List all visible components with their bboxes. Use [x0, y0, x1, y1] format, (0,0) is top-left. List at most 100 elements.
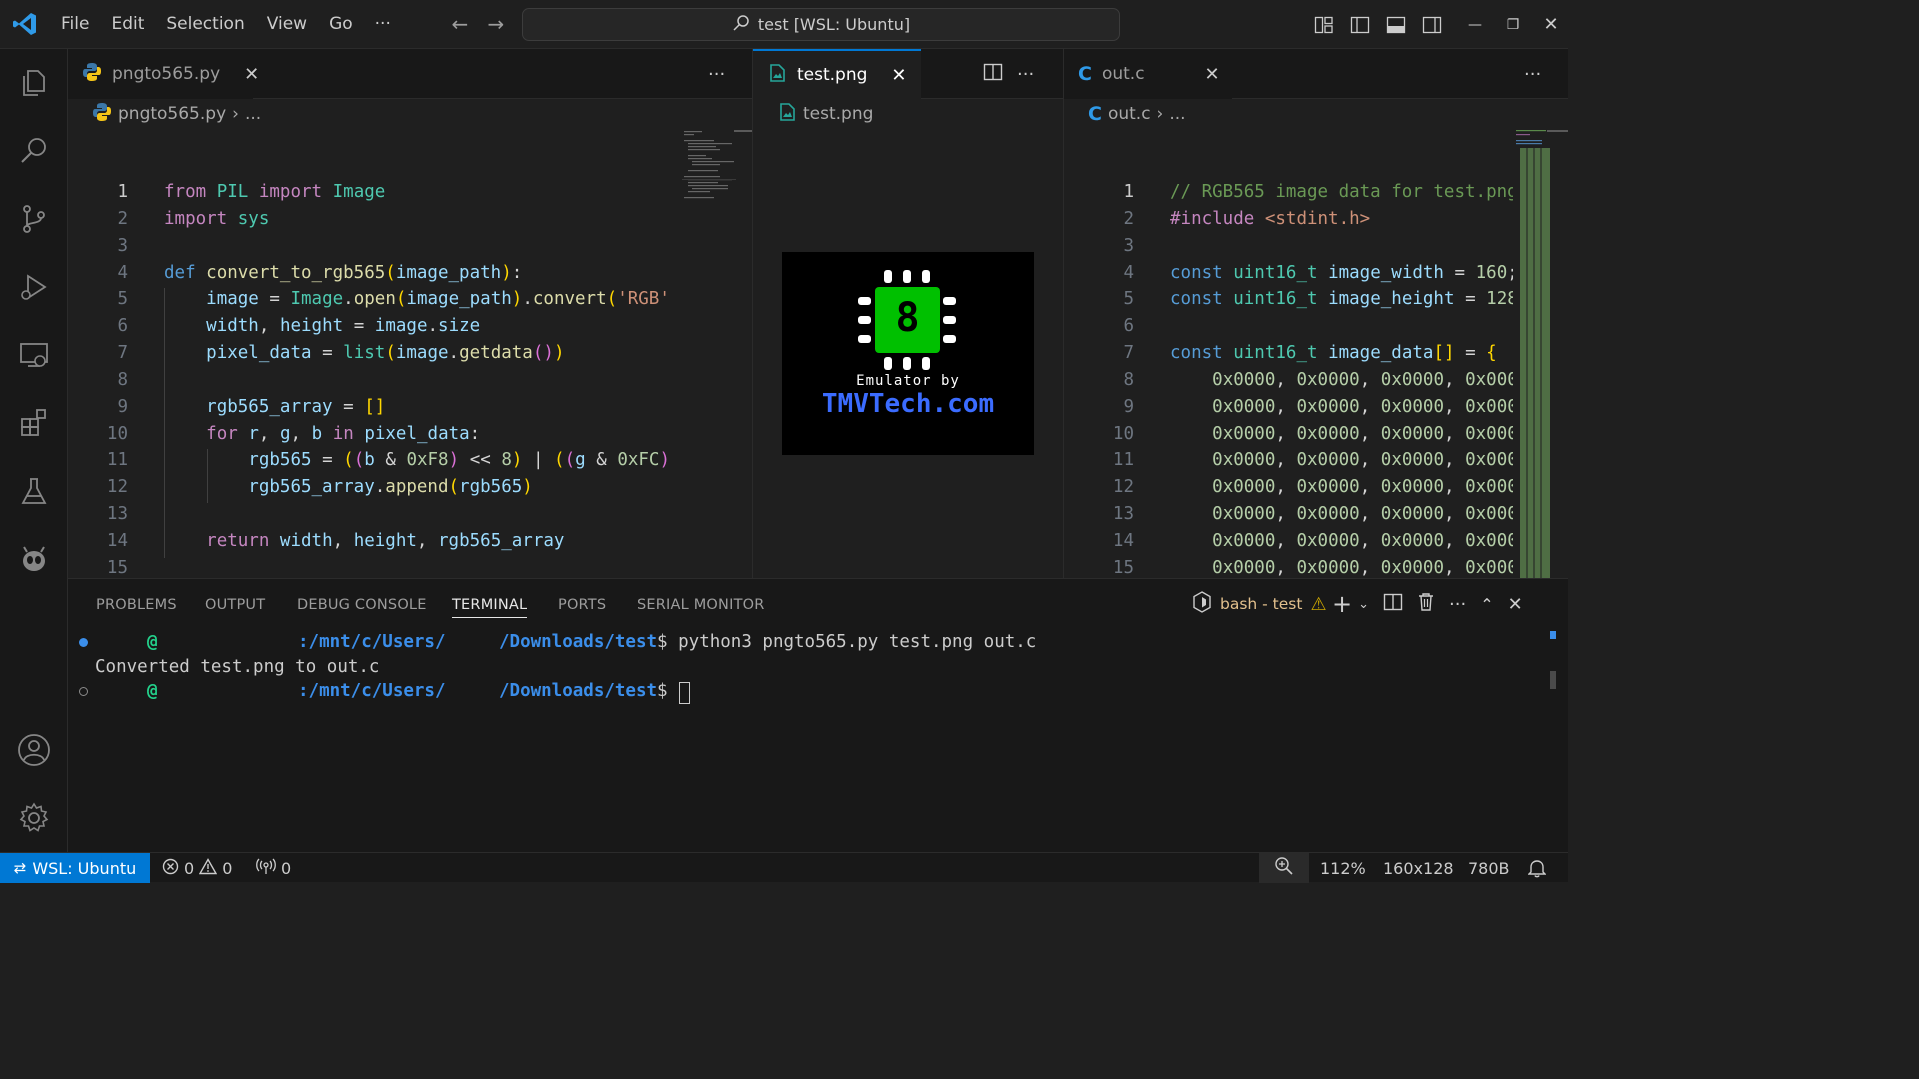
- terminal-line-1-path: :/mnt/c/Users/: [298, 632, 446, 652]
- tab-ports[interactable]: PORTS: [558, 597, 606, 613]
- close-tab-icon[interactable]: ✕: [891, 65, 906, 86]
- linux-terminal-icon: [1192, 591, 1212, 617]
- terminal-line-3: @: [147, 681, 158, 701]
- search-view-icon[interactable]: [0, 123, 68, 179]
- code-c[interactable]: // RGB565 image data for test.png #inclu…: [1170, 179, 1513, 578]
- line-numbers-right: 1234567891011121314151617: [1098, 179, 1134, 578]
- tab-debug-console[interactable]: DEBUG CONSOLE: [297, 597, 427, 613]
- breadcrumb: C out.c › ...: [1088, 101, 1186, 127]
- close-tab-icon[interactable]: ✕: [1205, 64, 1220, 85]
- terminal-line-3-prompt[interactable]: /Downloads/test$: [499, 681, 678, 701]
- zoom-button[interactable]: [1259, 853, 1309, 883]
- back-arrow-icon[interactable]: ←: [442, 12, 478, 36]
- source-control-icon[interactable]: [0, 191, 68, 247]
- platformio-alien-icon[interactable]: [0, 531, 68, 587]
- line-number: 14: [106, 530, 128, 551]
- breadcrumb-rest[interactable]: ...: [245, 104, 261, 124]
- new-terminal-icon[interactable]: +: [1332, 590, 1352, 618]
- ports-count: 0: [281, 858, 292, 878]
- line-numbers-left: 1234567891011121314151617: [92, 179, 128, 578]
- more-actions-icon[interactable]: ···: [1017, 64, 1034, 85]
- customize-layout-icon[interactable]: [1306, 7, 1342, 43]
- explorer-icon[interactable]: [0, 55, 68, 111]
- command-pending-dot[interactable]: [79, 687, 88, 696]
- menu-more[interactable]: ···: [364, 9, 402, 39]
- breadcrumb-file[interactable]: pngto565.py: [118, 104, 226, 124]
- settings-gear-icon[interactable]: [0, 790, 68, 846]
- split-editor-icon[interactable]: [983, 62, 1003, 87]
- close-window-icon[interactable]: ✕: [1532, 14, 1570, 35]
- testing-icon[interactable]: [0, 463, 68, 519]
- tab-out-c[interactable]: C out.c ✕: [1064, 49, 1232, 99]
- terminal-cursor[interactable]: [679, 682, 690, 704]
- run-debug-icon[interactable]: [0, 259, 68, 315]
- vscode-logo-icon: [0, 0, 50, 49]
- more-actions-icon[interactable]: ···: [1524, 64, 1541, 85]
- code-python[interactable]: from PIL import Image import sys def con…: [164, 179, 750, 578]
- tab-problems[interactable]: PROBLEMS: [96, 597, 177, 613]
- scrollbar-thumb[interactable]: [1547, 130, 1568, 132]
- ports-indicator[interactable]: 0: [256, 853, 291, 883]
- close-panel-icon[interactable]: ✕: [1508, 594, 1523, 615]
- remote-explorer-icon[interactable]: [0, 327, 68, 383]
- search-text: test [WSL: Ubuntu]: [757, 15, 911, 34]
- line-number: 9: [1123, 396, 1134, 417]
- breadcrumb-file[interactable]: test.png: [803, 104, 873, 124]
- indent-guide: [164, 288, 165, 558]
- menu-selection[interactable]: Selection: [155, 9, 255, 39]
- menu-edit[interactable]: Edit: [100, 9, 155, 39]
- toggle-secondary-sidebar-icon[interactable]: [1414, 7, 1450, 43]
- menu-file[interactable]: File: [50, 9, 100, 39]
- line-number: 11: [106, 450, 128, 471]
- zoom-level[interactable]: 112%: [1320, 853, 1366, 883]
- minimize-icon[interactable]: —: [1456, 17, 1494, 33]
- restore-icon[interactable]: ❐: [1494, 17, 1532, 33]
- menu-view[interactable]: View: [256, 9, 318, 39]
- tab-terminal[interactable]: TERMINAL: [452, 597, 528, 618]
- toggle-primary-sidebar-icon[interactable]: [1342, 7, 1378, 43]
- more-actions-icon[interactable]: ···: [1449, 594, 1466, 615]
- forward-arrow-icon[interactable]: →: [478, 12, 514, 36]
- line-number: 5: [117, 289, 128, 310]
- trash-icon[interactable]: [1417, 592, 1435, 617]
- editor-group-right: C out.c ✕ ··· C out.c › ... 1 2 3 4 5 6 7 8 9 10 1…: [1064, 49, 1568, 578]
- breadcrumb-file[interactable]: out.c: [1108, 104, 1151, 124]
- line-number: 3: [117, 235, 128, 256]
- scrollbar-thumb[interactable]: [1550, 671, 1556, 689]
- accounts-icon[interactable]: [0, 722, 68, 778]
- tab-serial-monitor[interactable]: SERIAL MONITOR: [637, 597, 765, 613]
- terminal-line-1: @: [147, 632, 158, 652]
- minimap-right[interactable]: [1514, 130, 1554, 578]
- scroll-marker: [1550, 631, 1556, 639]
- split-terminal-icon[interactable]: [1383, 592, 1403, 617]
- chevron-down-icon[interactable]: ⌄: [1358, 597, 1369, 612]
- terminal-user-host: @: [147, 632, 158, 652]
- terminal-selector[interactable]: bash - test ⚠: [1192, 591, 1327, 617]
- image-preview[interactable]: 8 Emulator by TMVTech.com: [782, 252, 1034, 455]
- activity-bar: [0, 49, 68, 852]
- notifications-bell-icon[interactable]: [1528, 853, 1546, 883]
- command-center-search[interactable]: test [WSL: Ubuntu]: [522, 8, 1120, 41]
- maximize-panel-icon[interactable]: ⌃: [1480, 595, 1493, 614]
- tab-label: test.png: [797, 65, 868, 85]
- menu-go[interactable]: Go: [318, 9, 364, 39]
- zoom-in-icon: [1274, 856, 1294, 880]
- remote-indicator[interactable]: ⇄ WSL: Ubuntu: [0, 853, 150, 883]
- extensions-icon[interactable]: [0, 395, 68, 451]
- scrollbar-thumb[interactable]: [734, 130, 753, 132]
- warning-icon: [198, 857, 218, 879]
- toggle-panel-icon[interactable]: [1378, 7, 1414, 43]
- tab-pngto565[interactable]: pngto565.py ✕: [68, 49, 259, 99]
- warning-count: 0: [222, 858, 233, 878]
- problems-indicator[interactable]: 0 0: [162, 853, 232, 883]
- more-actions-icon[interactable]: ···: [708, 64, 725, 85]
- image-brand: TMVTech.com: [821, 389, 995, 419]
- command-success-dot[interactable]: [79, 638, 88, 647]
- line-number: 1: [117, 182, 128, 202]
- tab-test-png[interactable]: test.png ✕: [753, 49, 921, 99]
- minimap-left[interactable]: [682, 130, 736, 200]
- breadcrumb-rest[interactable]: ...: [1169, 104, 1185, 124]
- minimap-divider: [682, 179, 736, 180]
- close-tab-icon[interactable]: ✕: [244, 64, 259, 85]
- tab-output[interactable]: OUTPUT: [205, 597, 265, 613]
